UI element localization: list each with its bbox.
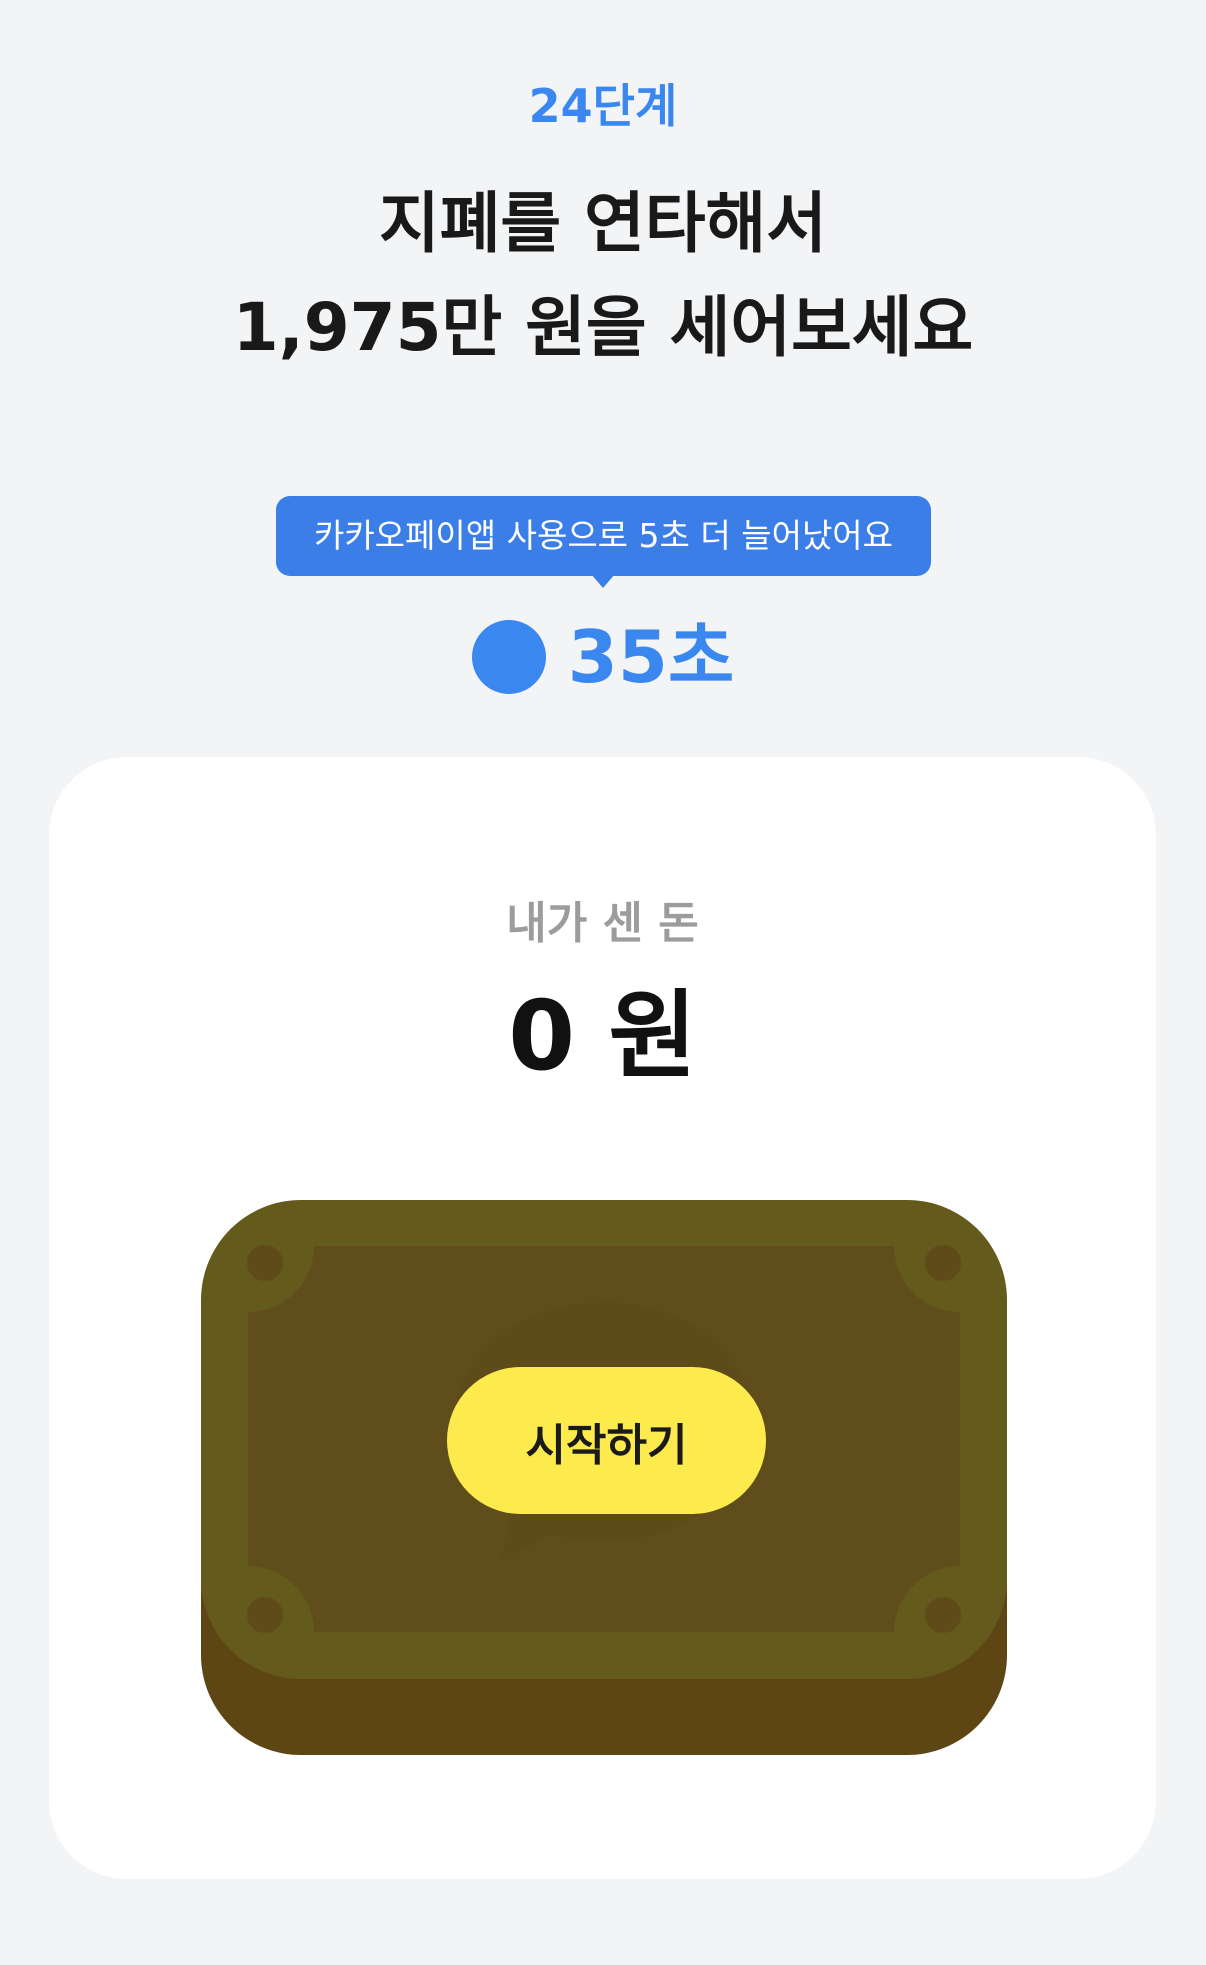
timer-dot-icon — [471, 620, 546, 694]
timer: 35초 — [0, 612, 1206, 702]
timer-value: 35초 — [567, 615, 735, 699]
stage-label: 24단계 — [528, 79, 678, 133]
start-button[interactable]: 시작하기 — [447, 1367, 766, 1514]
banknote-corner-dot-tr — [925, 1245, 961, 1281]
title-line-1: 지폐를 연타해서 — [378, 185, 828, 262]
page-title: 지폐를 연타해서 1,975만 원을 세어보세요 — [0, 172, 1206, 380]
bonus-time-tooltip: 카카오페이앱 사용으로 5초 더 늘어났어요 — [276, 496, 931, 576]
banknote-corner-dot-tl — [247, 1245, 283, 1281]
counted-money-value: 0 원 — [508, 980, 697, 1092]
banknote-corner-dot-br — [925, 1597, 961, 1633]
counted-money-label: 내가 센 돈 — [506, 898, 699, 949]
title-line-2: 1,975만 원을 세어보세요 — [232, 289, 974, 366]
banknote-corner-dot-bl — [247, 1597, 283, 1633]
tooltip-arrow — [591, 574, 615, 588]
counter-card: 내가 센 돈 0 원 — [49, 757, 1156, 1879]
